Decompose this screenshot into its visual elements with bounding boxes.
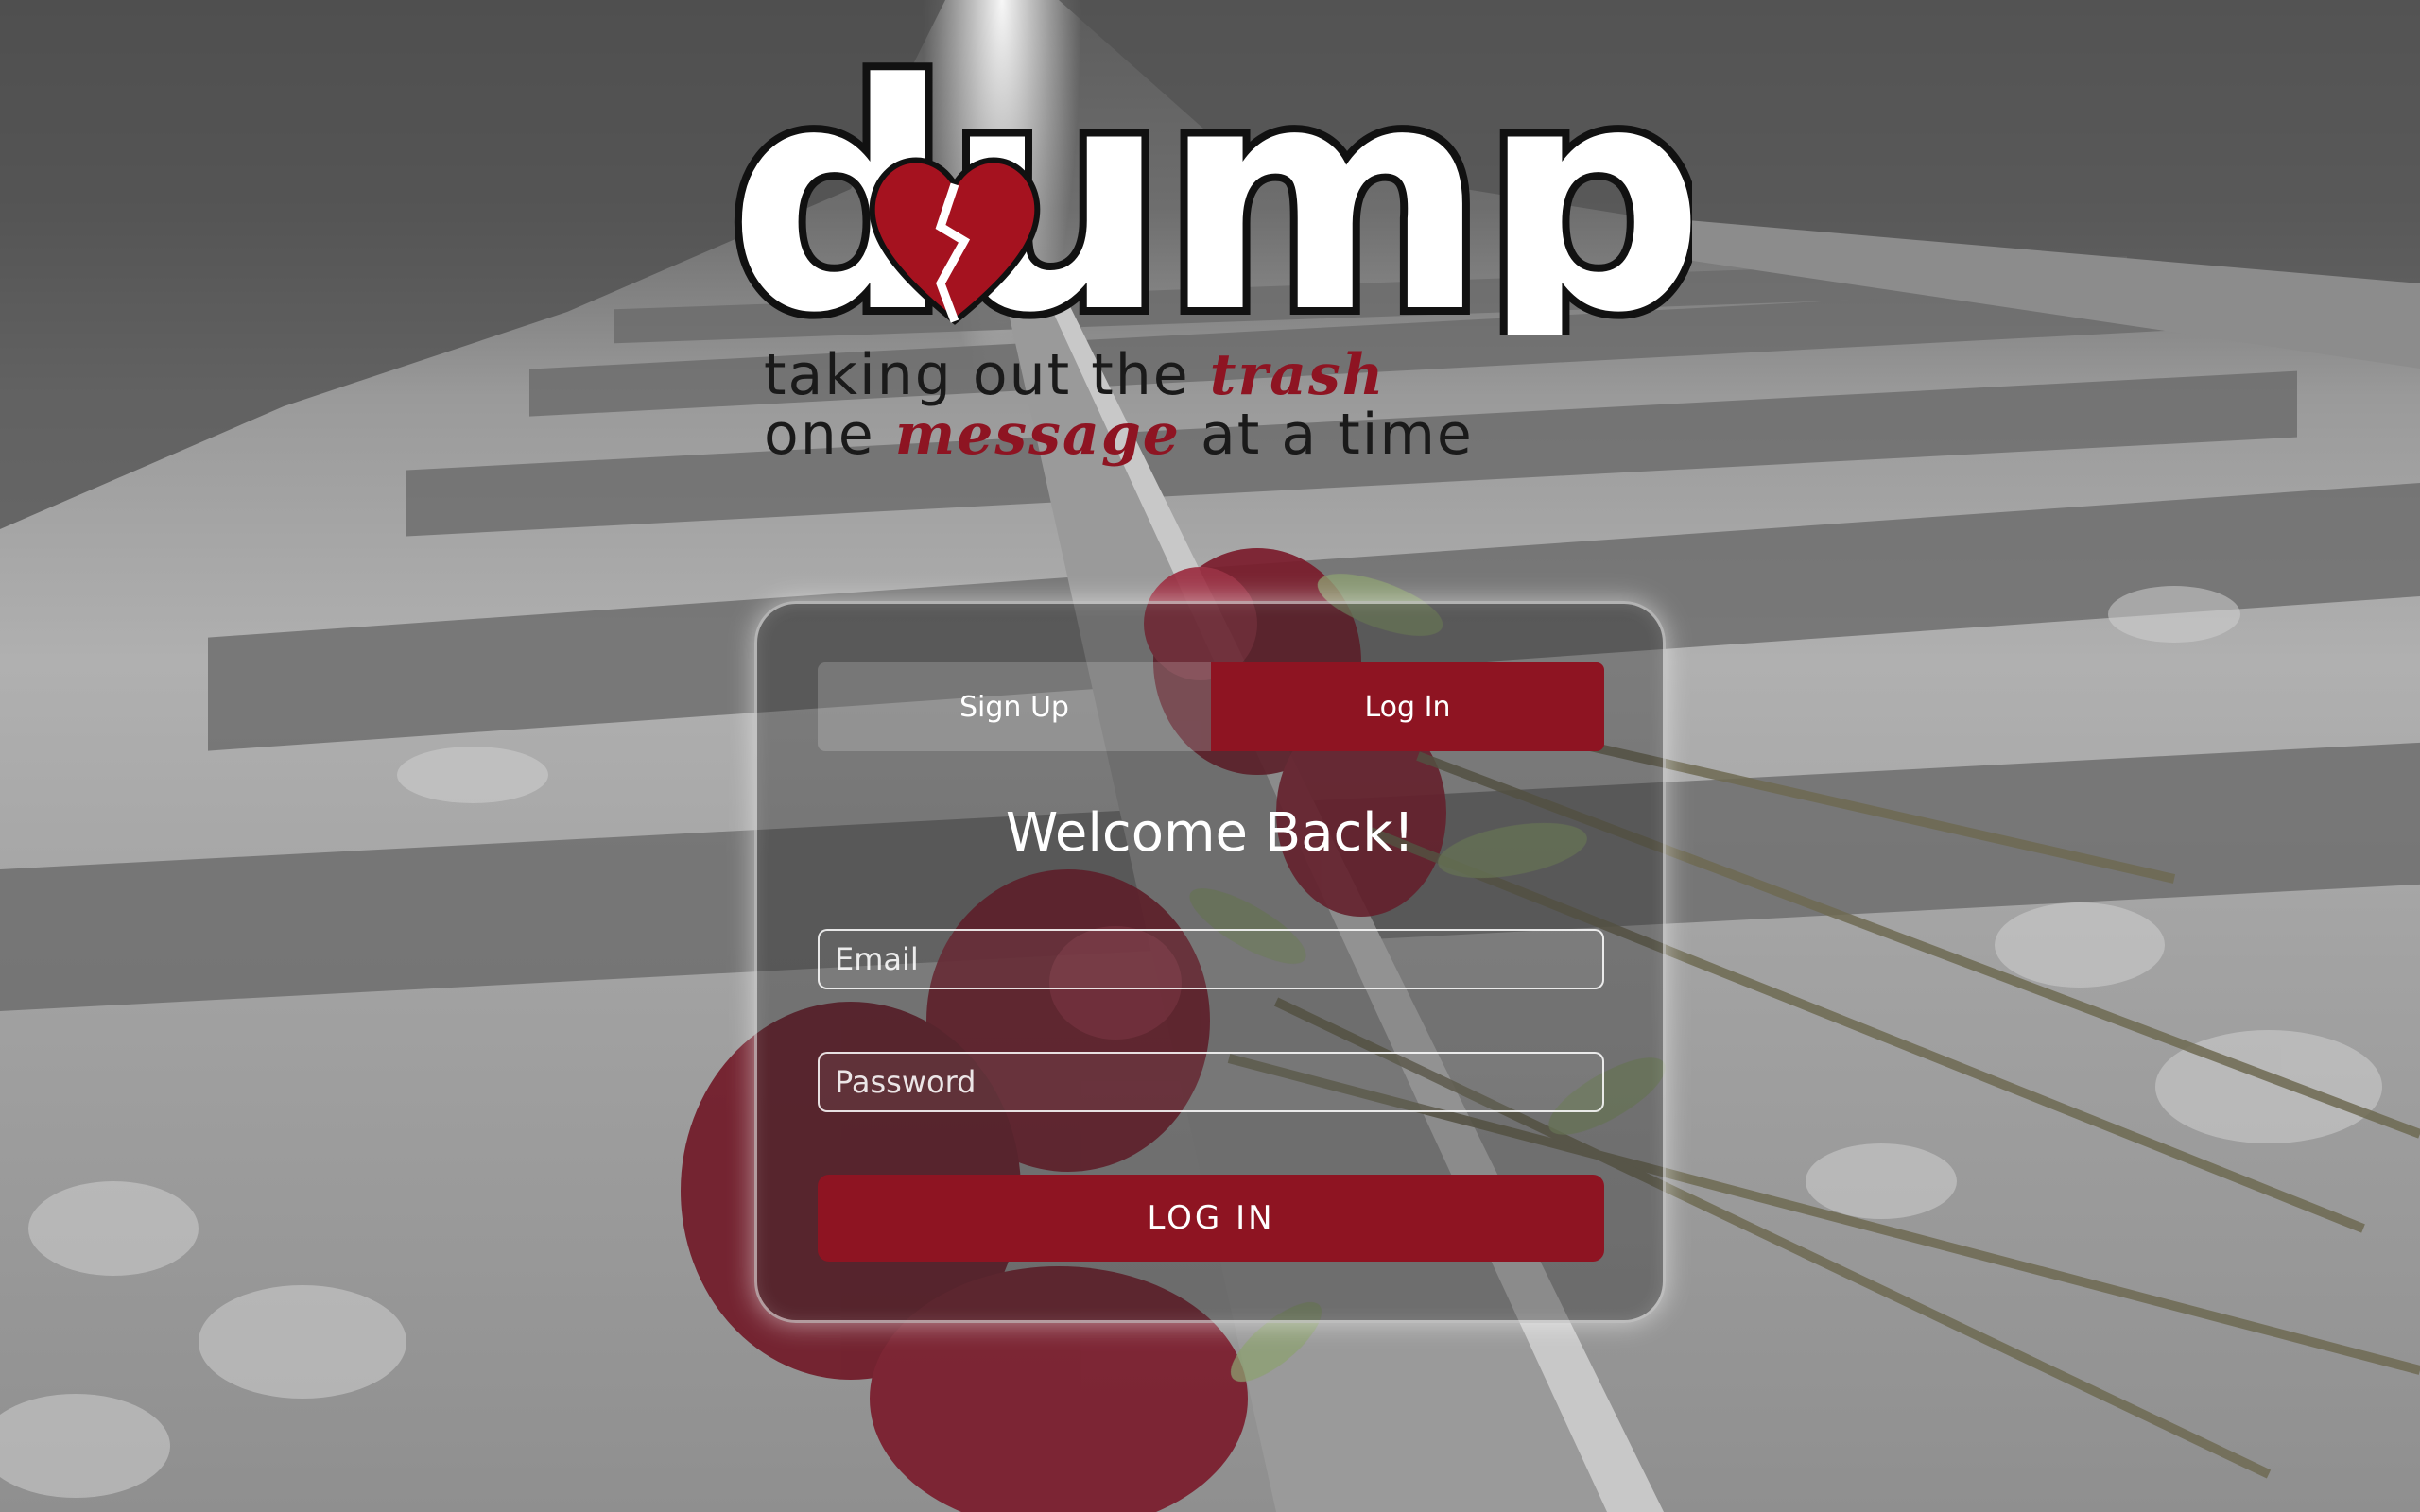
password-field[interactable] (818, 1052, 1604, 1112)
tagline-line-1: taking out the trash (764, 342, 1615, 408)
tagline-text: at a time (1180, 402, 1474, 468)
welcome-heading: Welcome Back! (1005, 802, 1415, 864)
tagline-text: one (764, 402, 895, 468)
tagline-accent: message (894, 402, 1181, 468)
tagline-text: taking out the (764, 342, 1210, 408)
tagline-accent: trash (1209, 342, 1386, 408)
log-in-button[interactable]: LOG IN (818, 1175, 1604, 1262)
tagline-line-2: one message at a time (764, 402, 1615, 468)
login-card: Sign Up Log In Welcome Back! LOG IN (754, 601, 1666, 1323)
email-field[interactable] (818, 929, 1604, 989)
tab-log-in[interactable]: Log In (1211, 662, 1604, 751)
auth-tabs: Sign Up Log In (818, 662, 1604, 751)
tab-sign-up[interactable]: Sign Up (818, 662, 1211, 751)
